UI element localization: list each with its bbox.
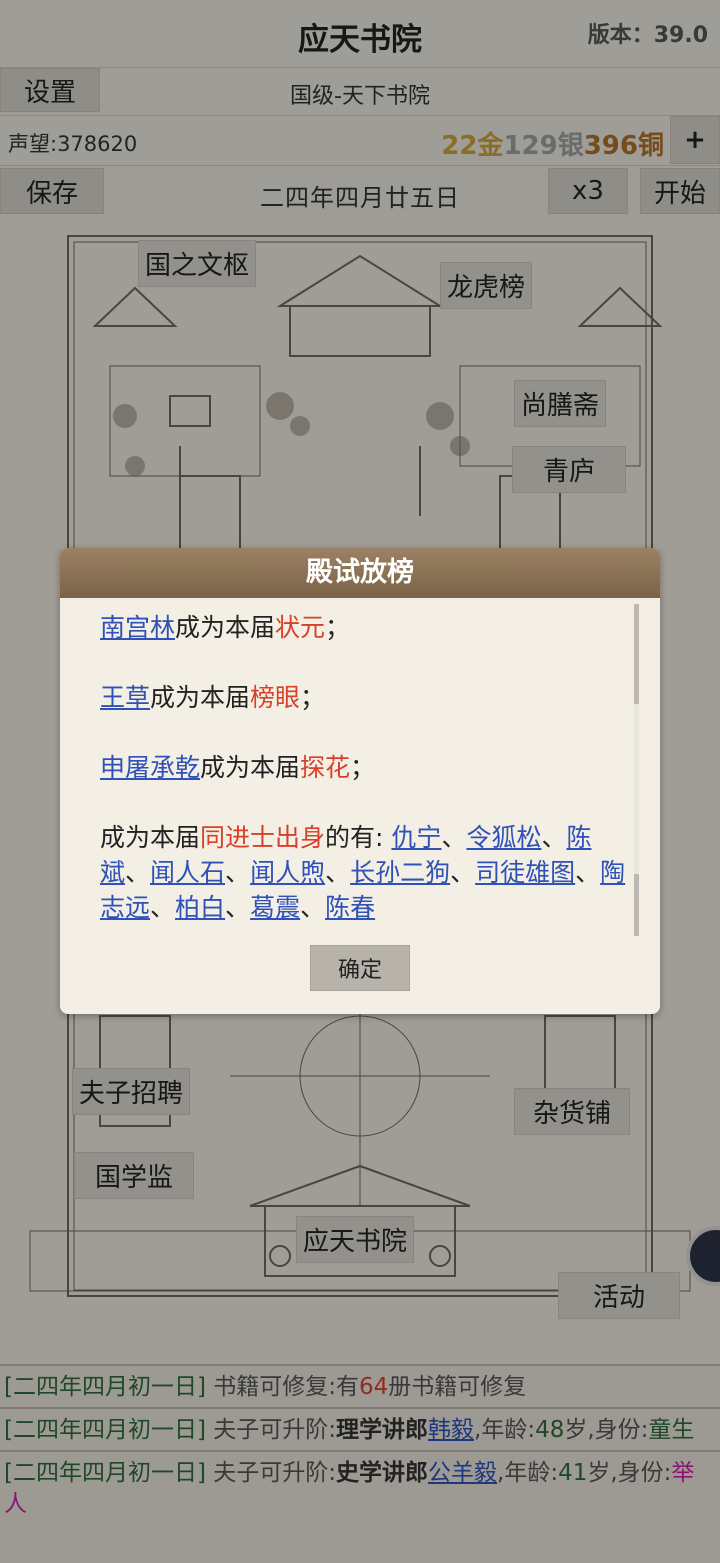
name-separator: 、 bbox=[450, 858, 476, 887]
bangyan-name-link[interactable]: 王草 bbox=[100, 683, 150, 712]
tongjinshi-name-link[interactable]: 葛震 bbox=[250, 893, 300, 922]
zhuangyuan-name-link[interactable]: 南宫林 bbox=[100, 613, 175, 642]
scrollbar-thumb[interactable] bbox=[634, 704, 639, 874]
dialog-content: 南宫林成为本届状元； 王草成为本届榜眼； 申屠承乾成为本届探花； 成为本届同进士… bbox=[100, 610, 630, 934]
tongjinshi-name-link[interactable]: 闻人石 bbox=[150, 858, 225, 887]
tanhua-line: 申屠承乾成为本届探花； bbox=[100, 753, 376, 782]
tongjinshi-name-link[interactable]: 司徒雄图 bbox=[475, 858, 575, 887]
name-separator: 、 bbox=[225, 858, 251, 887]
name-separator: 、 bbox=[541, 823, 567, 852]
confirm-button[interactable]: 确定 bbox=[310, 945, 410, 991]
exam-result-dialog: 殿试放榜 南宫林成为本届状元； 王草成为本届榜眼； 申屠承乾成为本届探花； 成为… bbox=[60, 548, 660, 1014]
name-separator: 、 bbox=[325, 858, 351, 887]
name-separator: 、 bbox=[300, 893, 326, 922]
bangyan-line: 王草成为本届榜眼； bbox=[100, 683, 326, 712]
tongjinshi-name-link[interactable]: 陈春 bbox=[325, 893, 375, 922]
dialog-scrollbar[interactable] bbox=[634, 604, 639, 936]
tongjinshi-line: 成为本届同进士出身的有: 仇宁、令狐松、陈斌、闻人石、闻人煦、长孙二狗、司徒雄图… bbox=[100, 823, 626, 922]
tongjinshi-name-link[interactable]: 闻人煦 bbox=[250, 858, 325, 887]
name-separator: 、 bbox=[225, 893, 251, 922]
zhuangyuan-line: 南宫林成为本届状元； bbox=[100, 613, 351, 642]
name-separator: 、 bbox=[441, 823, 467, 852]
name-separator: 、 bbox=[575, 858, 601, 887]
tongjinshi-name-link[interactable]: 令狐松 bbox=[466, 823, 541, 852]
tanhua-name-link[interactable]: 申屠承乾 bbox=[100, 753, 200, 782]
tongjinshi-name-link[interactable]: 长孙二狗 bbox=[350, 858, 450, 887]
dialog-title: 殿试放榜 bbox=[60, 548, 660, 598]
name-separator: 、 bbox=[125, 858, 151, 887]
name-separator: 、 bbox=[150, 893, 176, 922]
tongjinshi-name-link[interactable]: 柏白 bbox=[175, 893, 225, 922]
tongjinshi-name-link[interactable]: 仇宁 bbox=[391, 823, 441, 852]
